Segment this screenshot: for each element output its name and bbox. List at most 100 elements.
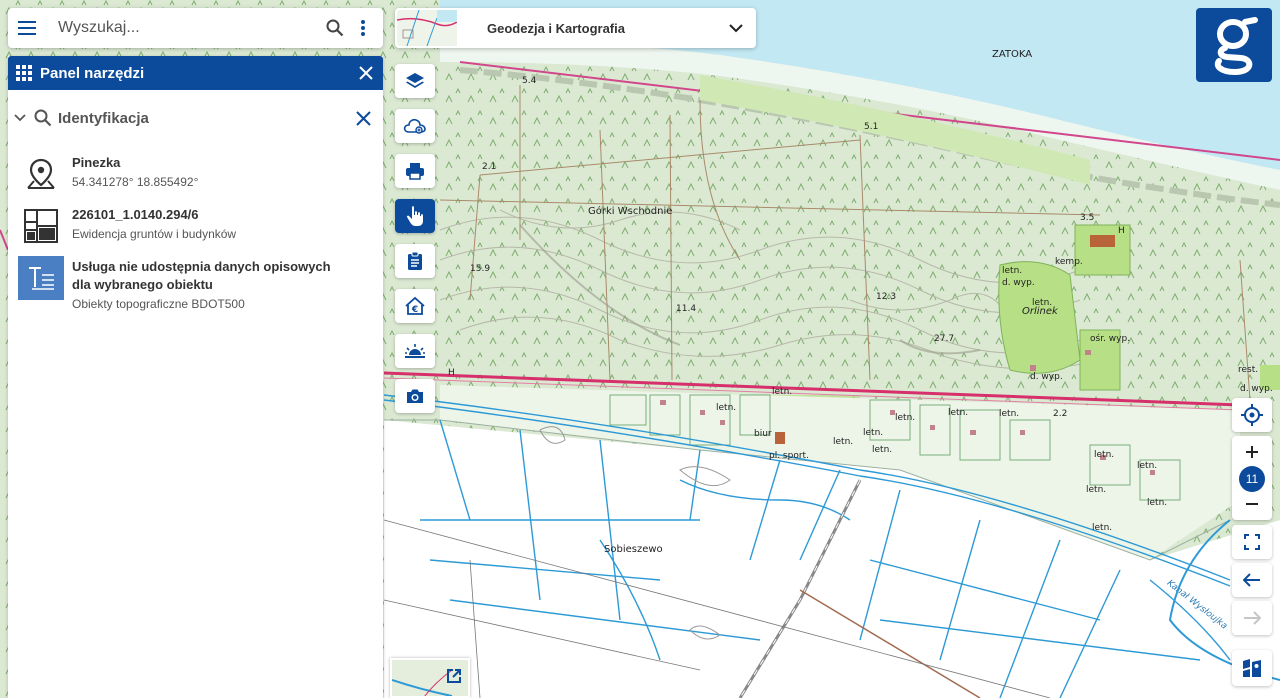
label-letn-8: letn. [863, 428, 884, 438]
label-letn-4: letn. [772, 387, 793, 397]
open-minimap-button[interactable] [446, 668, 462, 689]
collapse-toggle[interactable] [14, 114, 26, 122]
search-icon [34, 109, 52, 127]
svg-text:€: € [411, 305, 418, 315]
parcel-icon [24, 209, 58, 243]
result-item-pin[interactable]: Pinezka 54.341278° 18.855492° [8, 152, 383, 196]
search-bar [8, 8, 383, 48]
fullscreen-icon [1244, 534, 1260, 550]
result-title: Usługa nie udostępnia danych opisowych d… [72, 259, 331, 292]
label-elev-22: 2.2 [1053, 409, 1068, 419]
layer-dropdown-toggle[interactable] [716, 8, 756, 48]
label-sobieszewo: Sobieszewo [604, 544, 663, 555]
result-subtitle: Obiekty topograficzne BDOT500 [72, 297, 245, 311]
fullscreen-button[interactable] [1232, 525, 1272, 559]
map-legend-icon [1243, 659, 1261, 677]
minus-icon [1246, 503, 1258, 505]
overview-minimap[interactable] [390, 658, 470, 698]
label-elev-114: 11.4 [676, 304, 697, 314]
printer-icon [406, 163, 424, 180]
close-icon [355, 110, 371, 126]
label-letn-2: letn. [1032, 298, 1053, 308]
plus-icon [1246, 446, 1258, 458]
hamburger-icon [18, 21, 36, 35]
geoportal-logo[interactable] [1196, 8, 1272, 82]
previous-extent-button[interactable] [1232, 563, 1272, 597]
result-item-parcel[interactable]: 226101_1.0140.294/6 Ewidencja gruntów i … [8, 204, 383, 248]
identification-title: Identyfikacja [58, 109, 149, 127]
house-euro-icon: € [405, 296, 425, 315]
zoom-level-badge: 11 [1239, 466, 1265, 492]
clipboard-icon [408, 251, 422, 270]
label-letn-12: letn. [1137, 461, 1158, 471]
result-title: Pinezka [72, 155, 121, 170]
label-elev-21: 2.1 [482, 162, 497, 172]
label-kemp: kemp. [1055, 257, 1083, 267]
tools-panel: Panel narzędzi Identyfikacja Pinezka 54.… [8, 56, 383, 698]
camera-icon [407, 389, 423, 403]
zoom-in-button[interactable] [1232, 438, 1272, 466]
result-subtitle: 54.341278° 18.855492° [72, 175, 199, 189]
chevron-down-icon [729, 23, 743, 32]
label-elev-51: 5.1 [864, 122, 879, 132]
zoom-control: 11 [1232, 436, 1272, 520]
map-legend-button[interactable] [1232, 650, 1272, 686]
sunrise-button[interactable] [395, 334, 435, 368]
close-icon [359, 66, 373, 80]
location-pin-icon [27, 158, 55, 189]
kebab-menu-icon [361, 20, 365, 36]
close-panel-button[interactable] [349, 56, 383, 90]
label-elev-277: 27.7 [934, 334, 955, 344]
label-rest: rest. [1238, 365, 1259, 375]
label-letn-6: letn. [948, 408, 969, 418]
menu-button[interactable] [8, 8, 48, 48]
label-elev-159: 15.9 [470, 264, 491, 274]
label-letn-7: letn. [999, 409, 1020, 419]
zoom-out-button[interactable] [1232, 490, 1272, 518]
label-d-wyp-2: d. wyp. [1030, 372, 1063, 382]
apps-grid-icon [16, 65, 32, 81]
clipboard-button[interactable] [395, 244, 435, 278]
layers-button[interactable] [395, 64, 435, 98]
sunrise-icon [405, 344, 425, 358]
open-external-icon [447, 669, 461, 683]
base-layer-selector[interactable]: Geodezja i Kartografia [395, 8, 756, 48]
label-elev-123: 12.3 [876, 292, 897, 302]
result-item-bdot[interactable]: Usługa nie udostępnia danych opisowych d… [8, 256, 383, 313]
label-letn-9: letn. [833, 437, 854, 447]
more-options-button[interactable] [349, 8, 377, 48]
label-pl-sport: pl. sport. [769, 451, 809, 461]
label-elev-54: 5.4 [522, 76, 537, 86]
identify-button[interactable] [395, 199, 435, 233]
label-d-wyp-3: d. wyp. [1240, 384, 1273, 394]
screenshot-button[interactable] [395, 379, 435, 413]
label-osr-wyp: ośr. wyp. [1090, 334, 1131, 344]
chevron-down-icon [14, 114, 26, 122]
label-biur: biur [754, 429, 772, 439]
label-letn-1: letn. [1002, 266, 1023, 276]
label-letn-5: letn. [895, 413, 916, 423]
search-icon [326, 19, 344, 37]
label-letn-15: letn. [1092, 523, 1113, 533]
label-letn-14: letn. [1147, 498, 1168, 508]
text-description-icon [29, 267, 54, 290]
locate-me-button[interactable] [1232, 398, 1272, 432]
result-title: 226101_1.0140.294/6 [72, 207, 199, 222]
label-zatoka: ZATOKA [992, 49, 1033, 60]
print-button[interactable] [395, 154, 435, 188]
label-letn-10: letn. [872, 445, 893, 455]
label-letn-3: letn. [716, 403, 737, 413]
real-estate-price-button[interactable]: € [395, 289, 435, 323]
search-button[interactable] [321, 8, 349, 48]
identification-header: Identyfikacja [8, 90, 383, 146]
arrow-right-icon [1244, 611, 1261, 625]
crosshair-icon [1241, 404, 1263, 426]
next-extent-button[interactable] [1232, 601, 1272, 635]
label-letn-13: letn. [1086, 485, 1107, 495]
close-identification-button[interactable] [343, 98, 383, 138]
result-subtitle: Ewidencja gruntów i budynków [72, 227, 237, 241]
tools-panel-title: Panel narzędzi [40, 64, 145, 82]
cloud-data-button[interactable] [395, 109, 435, 143]
label-elev-35: 3.5 [1080, 213, 1095, 223]
search-input[interactable] [48, 19, 321, 37]
